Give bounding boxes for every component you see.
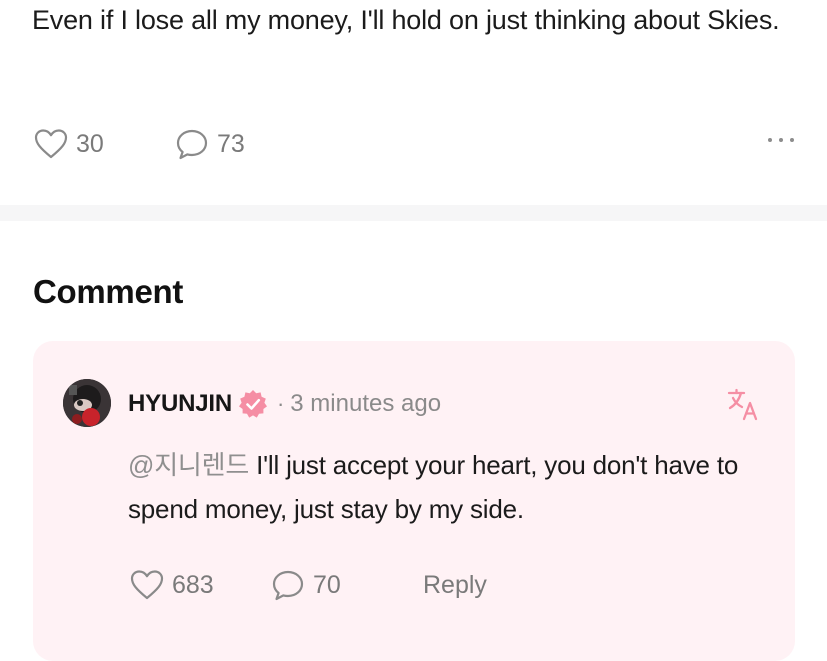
mention-link[interactable]: @지니렌드 (128, 450, 249, 480)
comment-bubble-icon (272, 570, 304, 601)
heart-icon (34, 129, 68, 159)
comment-timestamp: 3 minutes ago (290, 390, 442, 417)
comment-reply-count-button[interactable]: 70 (271, 565, 341, 605)
comment-actions: 683 70 Reply (130, 565, 590, 605)
post-actions: 30 73 (34, 124, 794, 164)
comment-like-count: 683 (172, 570, 214, 599)
heart-icon (130, 570, 164, 600)
comment-card: HYUNJIN · 3 minutes ago @지니렌드 I'll just … (33, 341, 795, 661)
avatar-image (63, 379, 111, 427)
comment-like-button[interactable]: 683 (130, 565, 214, 605)
comment-author-row: HYUNJIN · 3 minutes ago (128, 388, 441, 420)
comment-author-name[interactable]: HYUNJIN (128, 390, 232, 418)
meta-separator: · (276, 391, 285, 416)
post-text: Even if I lose all my money, I'll hold o… (32, 5, 780, 35)
comment-reply-count: 70 (313, 570, 341, 599)
comment-body: @지니렌드 I'll just accept your heart, you d… (128, 443, 748, 531)
avatar[interactable] (63, 379, 111, 427)
post-comment-count: 73 (217, 129, 245, 158)
more-horizontal-icon[interactable] (768, 130, 794, 150)
verified-badge-icon (238, 390, 267, 418)
reply-button[interactable]: Reply (423, 565, 487, 605)
section-divider (0, 205, 827, 221)
post-comment-button[interactable]: 73 (175, 124, 245, 164)
translate-icon[interactable] (727, 387, 761, 421)
post-like-count: 30 (76, 129, 104, 158)
comment-bubble-icon (176, 129, 208, 160)
post-like-button[interactable]: 30 (34, 124, 104, 164)
comment-heading: Comment (33, 273, 184, 310)
